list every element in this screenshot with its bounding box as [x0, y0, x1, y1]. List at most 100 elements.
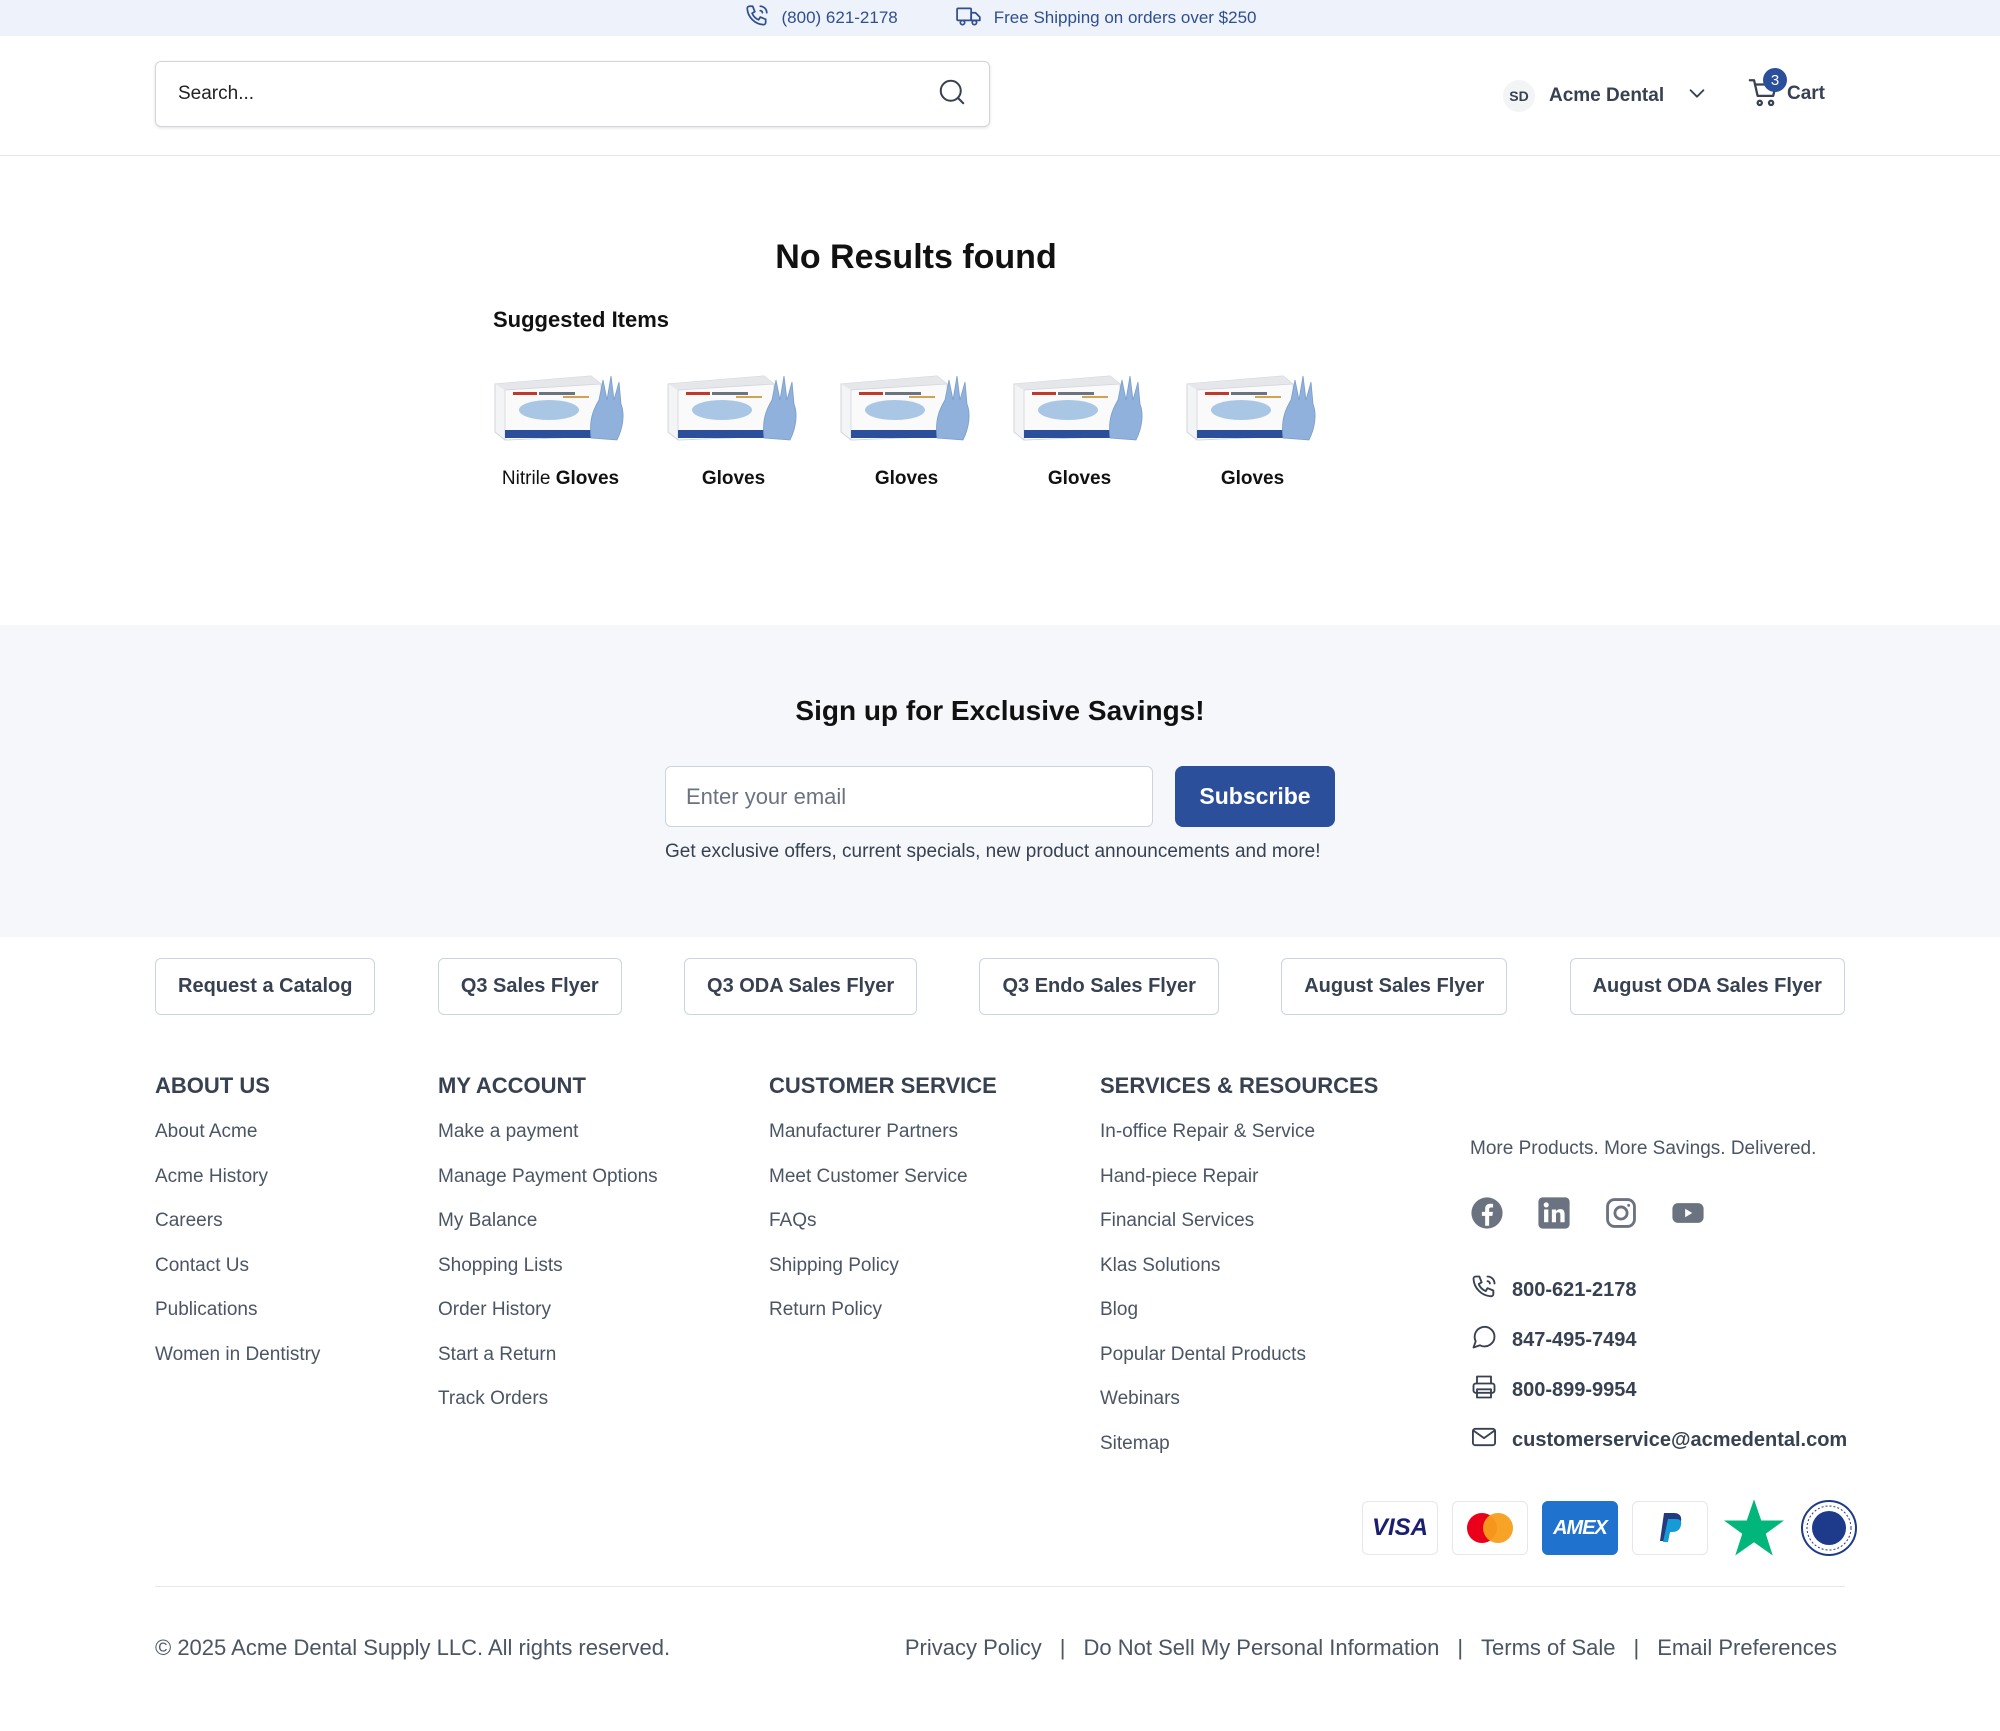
q3-endo-sales-flyer-button[interactable]: Q3 Endo Sales Flyer [979, 958, 1219, 1015]
search-box [155, 61, 990, 127]
footer-column-title: ABOUT US [155, 1073, 270, 1098]
suggested-products: Nitrile Gloves Gloves Gloves Gloves Glov… [493, 370, 1320, 490]
footer-link[interactable]: Klas Solutions [1100, 1255, 1378, 1300]
product-card[interactable]: Gloves [666, 370, 801, 490]
separator: | [1633, 1635, 1640, 1660]
product-name[interactable]: Gloves [875, 468, 938, 490]
topbar-shipping: Free Shipping on orders over $250 [955, 3, 1257, 34]
account-menu[interactable]: SD Acme Dental [1503, 80, 1708, 112]
footer-divider [155, 1586, 1845, 1587]
contact-chat[interactable]: 847-495-7494 [1470, 1315, 1847, 1365]
footer-link[interactable]: Manufacturer Partners [769, 1121, 997, 1166]
do-not-sell-link[interactable]: Do Not Sell My Personal Information [1083, 1635, 1439, 1661]
contact-phone[interactable]: 800-621-2178 [1470, 1265, 1847, 1315]
footer-link[interactable]: Sitemap [1100, 1433, 1378, 1478]
product-card[interactable]: Nitrile Gloves [493, 370, 628, 490]
contact-chat-text: 847-495-7494 [1512, 1328, 1637, 1351]
topbar-shipping-text: Free Shipping on orders over $250 [993, 8, 1257, 27]
footer-link[interactable]: Shopping Lists [438, 1255, 658, 1300]
printer-icon [1470, 1373, 1498, 1407]
product-image[interactable] [666, 370, 801, 442]
amex-icon: AMEX [1542, 1501, 1618, 1555]
contact-email-text: customerservice@acmedental.com [1512, 1428, 1848, 1451]
august-sales-flyer-button[interactable]: August Sales Flyer [1281, 958, 1508, 1015]
product-name[interactable]: Gloves [1221, 468, 1284, 490]
terms-of-sale-link[interactable]: Terms of Sale [1481, 1635, 1616, 1661]
footer-link[interactable]: Publications [155, 1299, 320, 1344]
cart-button[interactable]: 3 Cart [1747, 68, 1825, 112]
footer-link[interactable]: About Acme [155, 1121, 320, 1166]
footer-column-title: MY ACCOUNT [438, 1073, 586, 1098]
q3-oda-sales-flyer-button[interactable]: Q3 ODA Sales Flyer [684, 958, 918, 1015]
contact-fax[interactable]: 800-899-9954 [1470, 1365, 1847, 1415]
product-image[interactable] [493, 370, 628, 442]
chevron-down-icon [1678, 82, 1708, 110]
email-field[interactable] [665, 766, 1153, 827]
product-image[interactable] [1012, 370, 1147, 442]
footer-link[interactable]: Return Policy [769, 1299, 997, 1344]
search-icon[interactable] [937, 77, 967, 112]
product-name[interactable]: Gloves [702, 468, 765, 490]
footer-link[interactable]: Track Orders [438, 1388, 658, 1433]
email-preferences-link[interactable]: Email Preferences [1657, 1635, 1837, 1661]
product-name[interactable]: Gloves [1048, 468, 1111, 490]
footer-link[interactable]: Meet Customer Service [769, 1166, 997, 1211]
product-card[interactable]: Gloves [839, 370, 974, 490]
payment-methods: VISA AMEX [1362, 1498, 1858, 1558]
topbar-phone[interactable]: (800) 621-2178 [744, 3, 898, 34]
product-image[interactable] [1185, 370, 1320, 442]
newsletter-note: Get exclusive offers, current specials, … [665, 841, 1321, 862]
contact-email[interactable]: customerservice@acmedental.com [1470, 1415, 1847, 1465]
footer-link[interactable]: Manage Payment Options [438, 1166, 658, 1211]
footer-link[interactable]: Women in Dentistry [155, 1344, 320, 1389]
footer-link[interactable]: Make a payment [438, 1121, 658, 1166]
youtube-icon[interactable] [1671, 1196, 1705, 1235]
facebook-icon[interactable] [1470, 1196, 1504, 1235]
footer-link[interactable]: FAQs [769, 1210, 997, 1255]
product-card[interactable]: Gloves [1012, 370, 1147, 490]
footer-resources-column: SERVICES & RESOURCES In-office Repair & … [1100, 1073, 1378, 1477]
separator: | [1457, 1635, 1464, 1660]
topbar-phone-text: (800) 621-2178 [781, 8, 898, 27]
site-header: SD Acme Dental 3 Cart [0, 36, 2000, 156]
amex-text: AMEX [1553, 1516, 1608, 1539]
footer-link[interactable]: Order History [438, 1299, 658, 1344]
footer-link[interactable]: Start a Return [438, 1344, 658, 1389]
footer-link[interactable]: My Balance [438, 1210, 658, 1255]
mastercard-icon [1452, 1501, 1528, 1555]
contact-fax-text: 800-899-9954 [1512, 1378, 1637, 1401]
footer-link[interactable]: Hand-piece Repair [1100, 1166, 1378, 1211]
linkedin-icon[interactable] [1537, 1196, 1571, 1235]
footer-column-title: CUSTOMER SERVICE [769, 1073, 997, 1098]
product-card[interactable]: Gloves [1185, 370, 1320, 490]
top-info-bar: (800) 621-2178 Free Shipping on orders o… [0, 0, 2000, 36]
footer-link[interactable]: Financial Services [1100, 1210, 1378, 1255]
footer-link[interactable]: Shipping Policy [769, 1255, 997, 1300]
footer-link[interactable]: In-office Repair & Service [1100, 1121, 1378, 1166]
search-input[interactable] [178, 83, 937, 105]
footer-link[interactable]: Careers [155, 1210, 320, 1255]
q3-sales-flyer-button[interactable]: Q3 Sales Flyer [437, 958, 622, 1015]
subscribe-button[interactable]: Subscribe [1175, 766, 1335, 827]
footer-link[interactable]: Webinars [1100, 1388, 1378, 1433]
product-name[interactable]: Nitrile Gloves [502, 468, 619, 490]
august-oda-sales-flyer-button[interactable]: August ODA Sales Flyer [1569, 958, 1845, 1015]
visa-icon: VISA [1362, 1501, 1438, 1555]
footer-link[interactable]: Contact Us [155, 1255, 320, 1300]
social-links [1470, 1196, 1847, 1235]
copyright-text: © 2025 Acme Dental Supply LLC. All right… [155, 1635, 671, 1660]
product-image[interactable] [839, 370, 974, 442]
privacy-policy-link[interactable]: Privacy Policy [905, 1635, 1042, 1661]
footer-link[interactable]: Acme History [155, 1166, 320, 1211]
footer-link[interactable]: Popular Dental Products [1100, 1344, 1378, 1389]
instagram-icon[interactable] [1604, 1196, 1638, 1235]
footer-link[interactable]: Blog [1100, 1299, 1378, 1344]
cart-count-badge: 3 [1763, 68, 1787, 92]
footer-customer-service-column: CUSTOMER SERVICE Manufacturer Partners M… [769, 1073, 997, 1344]
chat-icon [1470, 1323, 1498, 1357]
request-catalog-button[interactable]: Request a Catalog [155, 958, 376, 1015]
footer-about-column: ABOUT US About Acme Acme History Careers… [155, 1073, 320, 1388]
flyer-buttons: Request a Catalog Q3 Sales Flyer Q3 ODA … [155, 958, 1845, 1015]
contact-phone-text: 800-621-2178 [1512, 1278, 1637, 1301]
cart-icon: 3 [1747, 68, 1787, 112]
